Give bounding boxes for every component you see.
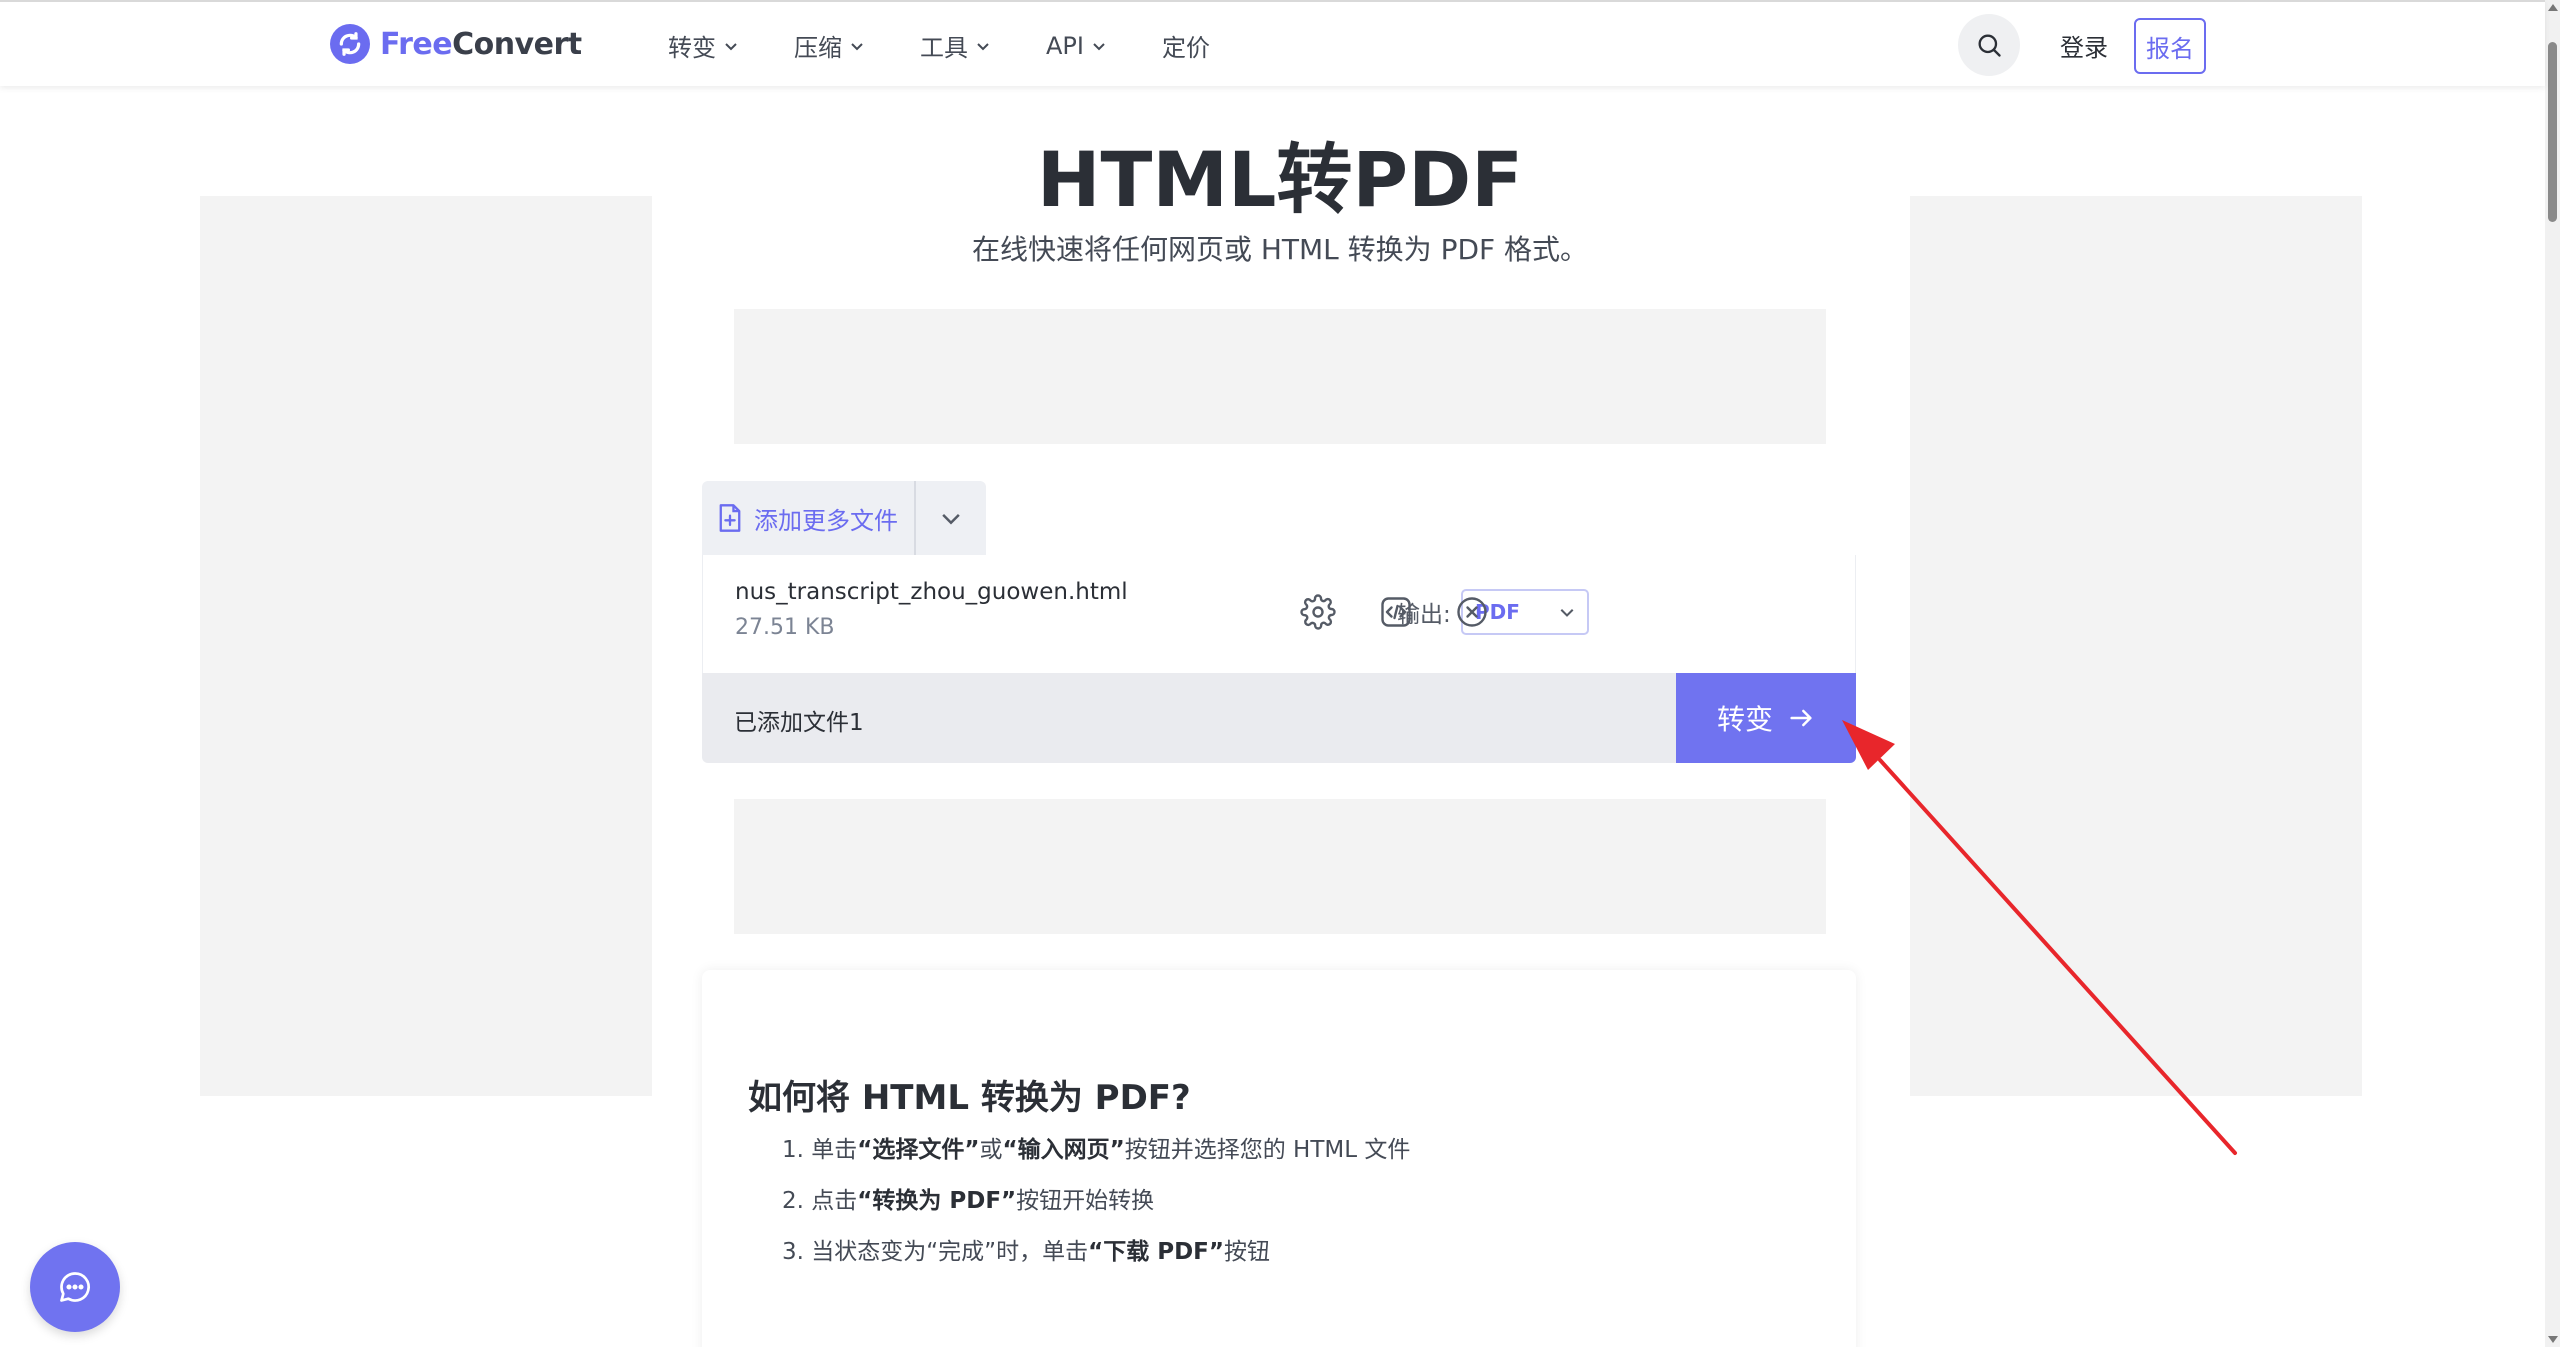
step-text: 按钮并选择您的 HTML 文件 <box>1124 1137 1411 1163</box>
chevron-down-icon <box>1093 42 1105 50</box>
step-text: 按钮开始转换 <box>1016 1188 1155 1214</box>
ad-placeholder-middle <box>734 799 1826 934</box>
code-file-icon <box>1381 597 1411 627</box>
scroll-up-arrow-icon[interactable] <box>2548 4 2558 11</box>
page-subtitle: 在线快速将任何网页或 HTML 转换为 PDF 格式。 <box>971 233 1589 266</box>
convert-label: 转变 <box>1716 703 1773 736</box>
refresh-icon <box>330 24 370 64</box>
howto-title: 如何将 HTML 转换为 PDF? <box>748 1078 1191 1118</box>
close-circle-icon <box>1457 597 1487 627</box>
ad-placeholder-left <box>200 196 652 1096</box>
nav-label: 工具 <box>920 34 968 62</box>
step-number: 3. <box>782 1239 804 1265</box>
howto-step: 1. 单击“选择文件”或“输入网页”按钮并选择您的 HTML 文件 <box>782 1134 1410 1185</box>
nav-label: 定价 <box>1161 34 1210 62</box>
nav-compress[interactable]: 压缩 <box>794 28 864 63</box>
step-number: 1. <box>782 1137 804 1163</box>
gear-icon <box>1300 594 1336 630</box>
nav-api[interactable]: API <box>1046 28 1106 63</box>
nav-tools[interactable]: 工具 <box>920 28 990 63</box>
step-number: 2. <box>782 1188 804 1214</box>
freeconvert-logo[interactable]: FreeConvert <box>330 24 582 64</box>
nav-label: API <box>1046 31 1084 60</box>
file-plus-icon <box>719 504 741 532</box>
howto-steps: 1. 单击“选择文件”或“输入网页”按钮并选择您的 HTML 文件 2. 点击“… <box>782 1134 1410 1287</box>
signup-button[interactable]: 报名 <box>2134 18 2206 74</box>
ad-placeholder-top <box>734 309 1826 444</box>
file-settings-button[interactable] <box>1297 591 1339 633</box>
search-button[interactable] <box>1958 14 2020 76</box>
howto-card: 如何将 HTML 转换为 PDF? 1. 单击“选择文件”或“输入网页”按钮并选… <box>702 970 1856 1347</box>
step-emphasis: “输入网页” <box>1002 1137 1125 1163</box>
chevron-down-icon <box>942 513 960 525</box>
howto-step: 2. 点击“转换为 PDF”按钮开始转换 <box>782 1185 1410 1236</box>
convert-button[interactable]: 转变 <box>1676 673 1856 763</box>
step-text: 点击 <box>811 1188 858 1214</box>
file-embed-button[interactable] <box>1375 591 1417 633</box>
step-text: 按钮 <box>1224 1239 1271 1265</box>
logo-text: FreeConvert <box>380 26 582 62</box>
page-title: HTML转PDF <box>1036 135 1524 224</box>
step-emphasis: “选择文件” <box>857 1137 980 1163</box>
file-name: nus_transcript_zhou_guowen.html <box>735 579 1128 605</box>
chevron-down-icon <box>725 42 737 50</box>
chat-support-button[interactable] <box>30 1242 120 1332</box>
add-source-dropdown[interactable] <box>916 507 986 529</box>
chevron-down-icon <box>977 42 989 50</box>
step-text: 当状态变为“完成”时，单击 <box>811 1239 1089 1265</box>
chevron-down-icon <box>851 42 863 50</box>
nav-convert[interactable]: 转变 <box>668 28 738 63</box>
step-emphasis: “转换为 PDF” <box>857 1188 1017 1214</box>
file-size: 27.51 KB <box>735 615 835 640</box>
step-emphasis: “下载 PDF” <box>1088 1239 1225 1265</box>
add-more-files-button[interactable]: 添加更多文件 <box>702 481 916 555</box>
chat-bubble-icon <box>60 1272 90 1302</box>
file-row: nus_transcript_zhou_guowen.html 27.51 KB… <box>702 555 1856 673</box>
howto-step: 3. 当状态变为“完成”时，单击“下载 PDF”按钮 <box>782 1236 1410 1287</box>
remove-file-button[interactable] <box>1451 591 1493 633</box>
nav-pricing[interactable]: 定价 <box>1162 28 1210 63</box>
arrow-right-icon <box>1790 709 1812 727</box>
files-added-count: 已添加文件1 <box>734 710 864 736</box>
convert-bar: 已添加文件1 转变 <box>702 673 1856 763</box>
step-text: 单击 <box>811 1137 858 1163</box>
ad-placeholder-right <box>1910 196 2362 1096</box>
top-navbar: FreeConvert 转变 压缩 工具 API 定价 登录 报名 <box>0 0 2545 86</box>
nav-label: 压缩 <box>794 34 842 62</box>
chevron-down-icon <box>1560 608 1574 617</box>
scroll-down-arrow-icon[interactable] <box>2548 1336 2558 1343</box>
login-link[interactable]: 登录 <box>2060 28 2108 63</box>
add-more-files-control: 添加更多文件 <box>702 481 986 555</box>
main-nav: 转变 压缩 工具 API 定价 <box>668 28 1266 63</box>
add-more-files-label: 添加更多文件 <box>754 506 898 535</box>
step-text: 或 <box>979 1137 1003 1163</box>
nav-label: 转变 <box>668 34 716 62</box>
search-icon <box>1978 34 2001 57</box>
